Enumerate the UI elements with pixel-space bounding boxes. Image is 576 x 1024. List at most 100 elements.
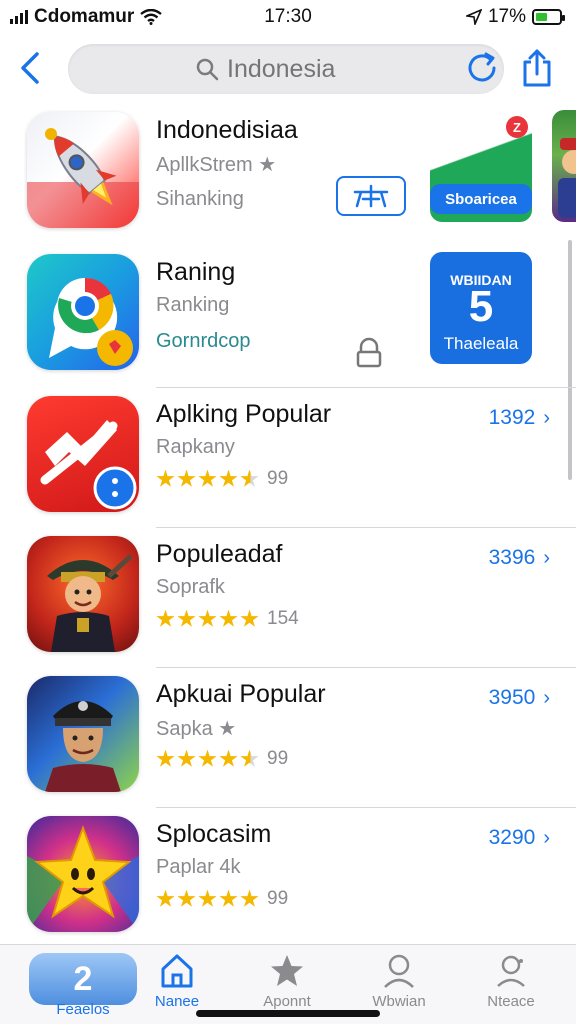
tab-label: Aponnt [263,993,311,1010]
download-button[interactable] [352,336,386,370]
star-icon [177,889,196,907]
star-icon [177,469,196,487]
home-indicator[interactable] [196,1010,380,1017]
rank-link[interactable]: 3396 › [489,546,550,570]
list-item[interactable]: Aplking Popular Rapkany 99 1392 › [0,388,576,528]
promo-card[interactable]: Z Sboaricea [430,110,532,222]
chevron-right-icon: › [543,406,550,429]
red-app-icon[interactable] [27,396,139,512]
rocket-icon[interactable] [27,112,139,228]
rating-count: 99 [267,888,289,909]
featured-badge: 2 [73,959,93,998]
star-half-icon [240,469,259,487]
app-category: Gornrdcop [156,330,251,352]
nav-row [0,40,576,96]
lock-icon [356,337,382,368]
rank-link[interactable]: 3290 › [489,826,550,850]
tab-label: Nanee [154,993,200,1010]
rank-value: 1392 [488,406,536,429]
app-title: Aplking Popular [156,400,332,428]
app-title: Raning [156,258,236,286]
chevron-right-icon: › [543,826,550,849]
home-icon [161,954,193,988]
search-icon [196,58,219,81]
share-icon [523,49,551,87]
promo-card[interactable]: WBIIDAN 5 Thaeleala [430,252,532,364]
app-list: Indonedisiaa ApllkStrem ★ Sihanking Z Sb… [0,104,576,948]
star-icon [219,889,238,907]
browser-icon[interactable] [27,254,139,370]
star-icon [240,889,259,907]
rating-count: 99 [267,468,289,489]
promo-label: Thaeleala [443,334,519,353]
tab-label: Feaelos [56,1001,110,1018]
list-item[interactable]: Raning Ranking Gornrdcop WBIIDAN 5 Thael… [0,246,576,388]
chevron-right-icon: › [543,686,550,709]
app-subtitle: Soprafk [156,576,225,598]
search-person-icon [384,954,414,988]
search-input[interactable] [227,54,377,84]
star-icon [219,609,238,627]
account-icon [497,955,525,987]
app-subtitle: Sapka ★ [156,718,237,740]
get-button[interactable] [336,176,406,216]
app-subtitle: Paplar 4k [156,856,241,878]
rank-value: 3950 [488,686,536,709]
chevron-right-icon: › [543,546,550,569]
refresh-icon [468,52,496,82]
location-icon [465,9,482,25]
tab-account[interactable]: Nteace [456,945,566,1024]
star-half-icon [240,749,259,767]
star-icon [219,469,238,487]
refresh-button[interactable] [466,52,498,84]
star-icon [156,889,175,907]
app-title: Apkuai Popular [156,680,326,708]
star-icon [156,609,175,627]
star-rating: 99 [156,748,288,770]
list-item[interactable]: Populeadaf Soprafk 154 3396 › [0,528,576,668]
tab-label: Nteace [487,993,535,1010]
star-icon [156,749,175,767]
rank-value: 3396 [488,546,536,569]
star-rating: 99 [156,888,288,910]
back-button[interactable] [12,48,48,88]
rating-count: 154 [267,608,299,629]
star-game-icon[interactable] [27,816,139,932]
star-icon [177,609,196,627]
star-icon [198,749,217,767]
rank-link[interactable]: 3950 › [489,686,550,710]
tab-label: Wbwian [372,993,426,1010]
rank-link[interactable]: 1392 › [489,406,550,430]
promo-digit: 5 [468,282,494,331]
list-item[interactable]: Splocasim Paplar 4k 99 3290 › [0,808,576,948]
star-icon [177,749,196,767]
battery-percent: 17% [487,6,526,27]
star-icon [198,889,217,907]
hero-game-icon[interactable] [27,676,139,792]
featured-icon: 2 [29,953,137,1005]
app-title: Populeadaf [156,540,283,568]
pirate-game-icon[interactable] [27,536,139,652]
status-bar: Cdomamur 17:30 17% [0,0,576,34]
chevron-left-icon [21,52,39,84]
share-button[interactable] [520,48,558,88]
search-bar[interactable] [68,44,504,94]
list-item[interactable]: Indonedisiaa ApllkStrem ★ Sihanking Z Sb… [0,104,576,246]
rank-value: 3290 [488,826,536,849]
app-category: Sihanking [156,188,244,210]
promo-card-peek[interactable] [552,110,576,222]
list-item[interactable]: Apkuai Popular Sapka ★ 99 3950 › [0,668,576,808]
app-subtitle: Ranking [156,294,230,316]
app-title: Splocasim [156,820,272,848]
star-icon [198,609,217,627]
promo-label-pill: Sboaricea [430,184,532,214]
status-right: 17% [465,6,565,28]
rating-count: 99 [267,748,289,769]
app-subtitle: Rapkany [156,436,235,458]
app-title: Indonedisiaa [156,116,298,144]
promo-badge: Z [506,116,528,138]
chart-glyph-icon [353,184,389,208]
star-rating: 154 [156,608,299,630]
star-icon [198,469,217,487]
app-subtitle: ApllkStrem ★ [156,154,277,176]
